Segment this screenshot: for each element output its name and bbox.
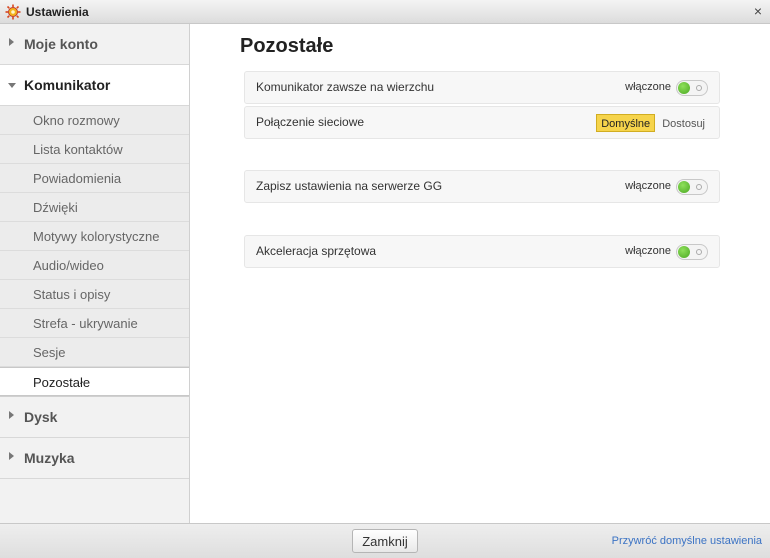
setting-label: Zapisz ustawienia na serwerze GG <box>256 179 443 193</box>
toggle-knob <box>678 82 690 94</box>
sidebar-category-label: Moje konto <box>24 36 98 52</box>
sidebar-item-audio-wideo[interactable]: Audio/wideo <box>0 251 189 280</box>
sidebar-item-strefa-ukrywanie[interactable]: Strefa - ukrywanie <box>0 309 189 338</box>
page-title: Pozostałe <box>240 35 334 57</box>
chevron-right-icon <box>9 452 14 460</box>
sidebar-item-label: Sesje <box>33 345 66 360</box>
toggle-knob <box>678 246 690 258</box>
sidebar-category-dysk[interactable]: Dysk <box>0 397 189 438</box>
settings-panel: Pozostałe Komunikator zawsze na wierzchu… <box>191 24 770 523</box>
toggle-knob <box>678 181 690 193</box>
sidebar-item-status-i-opisy[interactable]: Status i opisy <box>0 280 189 309</box>
setting-label: Połączenie sieciowe <box>256 115 365 129</box>
komunikator-subitems: Okno rozmowy Lista kontaktów Powiadomien… <box>0 106 189 397</box>
sidebar-category-muzyka[interactable]: Muzyka <box>0 438 189 479</box>
sidebar-item-okno-rozmowy[interactable]: Okno rozmowy <box>0 106 189 135</box>
setting-row-network-connection: Połączenie sieciowe Domyślne Dostosuj <box>244 106 720 139</box>
dialog-footer: Zamknij Przywróć domyślne ustawienia <box>0 523 770 558</box>
sidebar-item-motywy-kolorystyczne[interactable]: Motywy kolorystyczne <box>0 222 189 251</box>
close-button[interactable]: Zamknij <box>352 529 418 553</box>
sidebar-item-label: Dźwięki <box>33 200 78 215</box>
title-bar: Ustawienia × <box>0 0 770 24</box>
setting-row-hardware-acceleration: Akceleracja sprzętowa włączone <box>244 235 720 268</box>
sidebar-category-komunikator[interactable]: Komunikator <box>0 65 189 106</box>
setting-label: Komunikator zawsze na wierzchu <box>256 80 435 94</box>
sidebar-item-label: Strefa - ukrywanie <box>33 316 138 331</box>
setting-row-save-to-server: Zapisz ustawienia na serwerze GG włączon… <box>244 170 720 203</box>
restore-defaults-link[interactable]: Przywróć domyślne ustawienia <box>612 535 762 547</box>
close-icon[interactable]: × <box>754 3 762 19</box>
sidebar-category-moje-konto[interactable]: Moje konto <box>0 24 189 65</box>
sidebar-item-label: Motywy kolorystyczne <box>33 229 160 244</box>
toggle-state-text: włączone <box>625 245 671 257</box>
setting-label: Akceleracja sprzętowa <box>256 244 377 258</box>
setting-row-always-on-top: Komunikator zawsze na wierzchu włączone <box>244 71 720 104</box>
sidebar-item-label: Audio/wideo <box>33 258 104 273</box>
sidebar-item-lista-kontaktow[interactable]: Lista kontaktów <box>0 135 189 164</box>
option-customize[interactable]: Dostosuj <box>658 115 709 133</box>
sidebar-item-sesje[interactable]: Sesje <box>0 338 189 367</box>
always-on-top-toggle[interactable] <box>676 80 708 96</box>
chevron-right-icon <box>9 38 14 46</box>
sidebar-category-label: Dysk <box>24 409 58 425</box>
chevron-down-icon <box>8 83 16 88</box>
sidebar-item-label: Lista kontaktów <box>33 142 123 157</box>
save-to-server-toggle[interactable] <box>676 179 708 195</box>
sidebar-item-dzwieki[interactable]: Dźwięki <box>0 193 189 222</box>
toggle-state-text: włączone <box>625 81 671 93</box>
sidebar-item-powiadomienia[interactable]: Powiadomienia <box>0 164 189 193</box>
sidebar-category-label: Muzyka <box>24 450 75 466</box>
window-title: Ustawienia <box>26 5 89 19</box>
gear-sun-icon <box>5 4 21 20</box>
network-mode-selector: Domyślne Dostosuj <box>596 114 709 132</box>
toggle-off-indicator <box>696 85 702 91</box>
chevron-right-icon <box>9 411 14 419</box>
sidebar-item-label: Pozostałe <box>33 375 91 390</box>
settings-sidebar: Moje konto Komunikator Okno rozmowy List… <box>0 24 190 523</box>
sidebar-item-pozostale[interactable]: Pozostałe <box>0 367 189 396</box>
sidebar-category-label: Komunikator <box>24 77 111 93</box>
toggle-off-indicator <box>696 249 702 255</box>
hardware-acceleration-toggle[interactable] <box>676 244 708 260</box>
sidebar-item-label: Powiadomienia <box>33 171 122 186</box>
toggle-state-text: włączone <box>625 180 671 192</box>
toggle-off-indicator <box>696 184 702 190</box>
sidebar-item-label: Okno rozmowy <box>33 113 120 128</box>
sidebar-item-label: Status i opisy <box>33 287 111 302</box>
option-default[interactable]: Domyślne <box>596 114 656 132</box>
